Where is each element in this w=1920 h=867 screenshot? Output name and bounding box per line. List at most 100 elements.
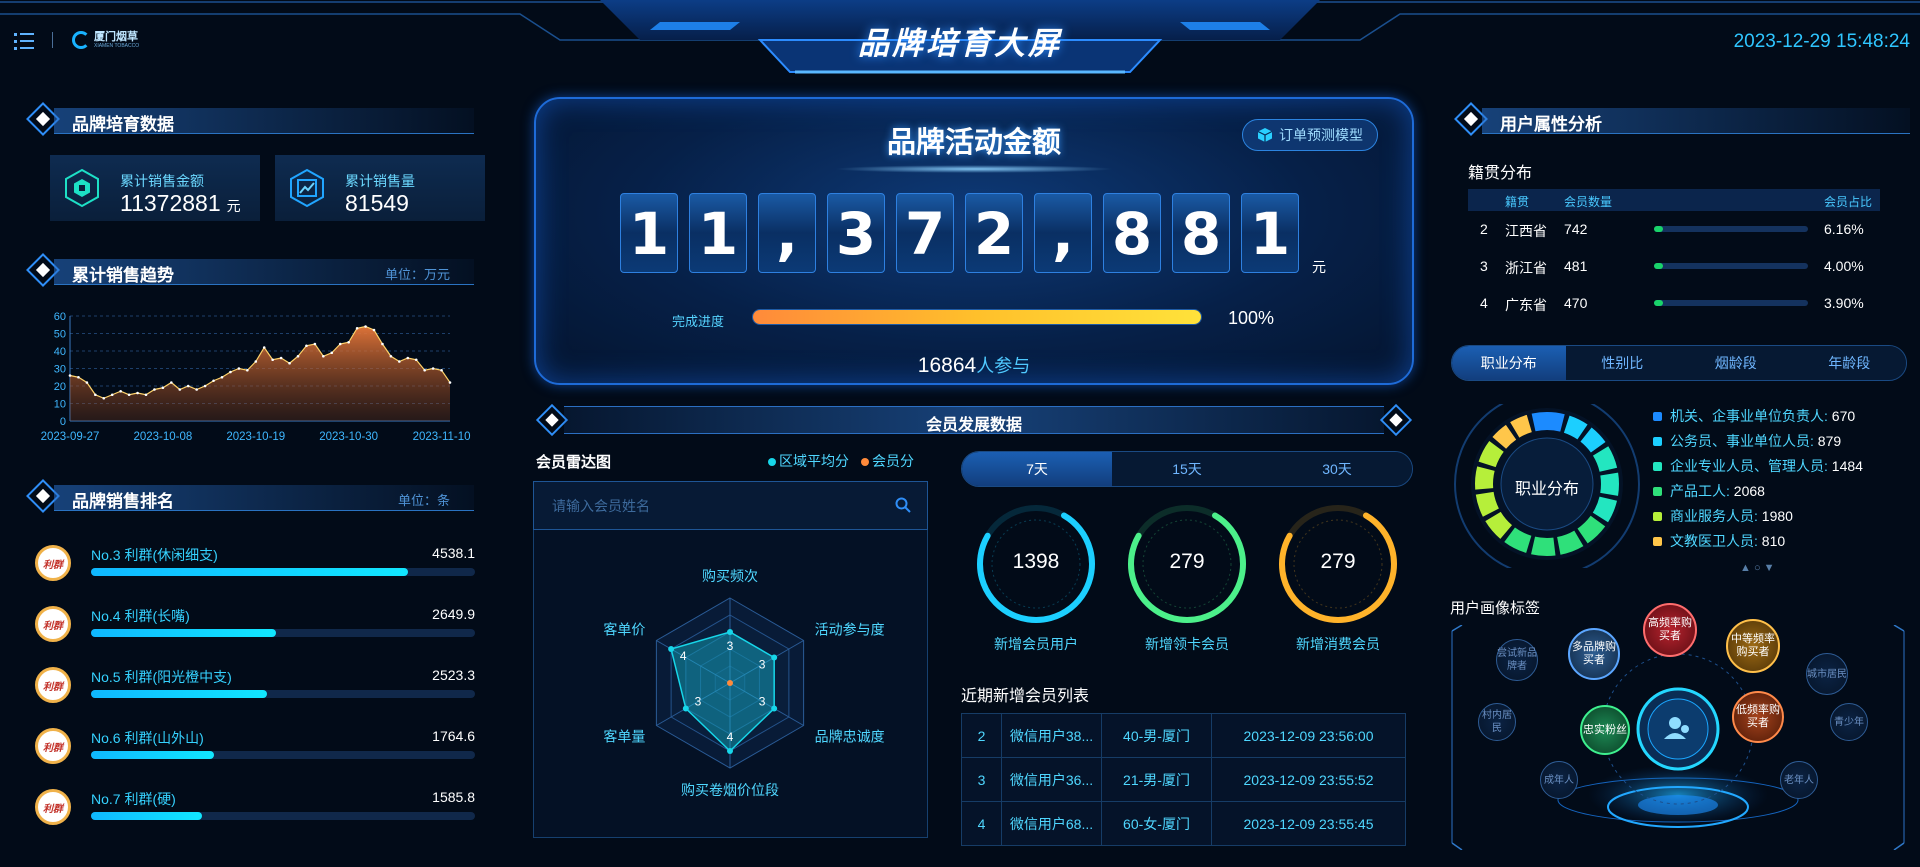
column-header: 会员数量: [1564, 195, 1613, 209]
origin-row[interactable]: 4 广东省 470 3.90%: [1468, 285, 1880, 321]
data-point: [381, 342, 384, 346]
legend-item[interactable]: 区域平均分: [768, 451, 849, 471]
tag-high-frequency-buyer[interactable]: 高频率购买者: [1643, 603, 1697, 657]
data-point: [262, 346, 266, 349]
ranking-bar-track: [91, 751, 475, 759]
ranking-bar-track: [91, 690, 475, 698]
search-icon[interactable]: [895, 497, 911, 513]
cell-time: 2023-12-09 23:56:00: [1211, 713, 1406, 758]
x-tick-label: 2023-10-30: [319, 431, 378, 443]
order-predict-button[interactable]: 订单预测模型: [1242, 119, 1378, 151]
tag-village-resident[interactable]: 村内居民: [1478, 703, 1516, 741]
amount-digit: 7: [896, 193, 954, 273]
tag-senior[interactable]: 老年人: [1780, 761, 1818, 799]
section-title: 品牌培育数据: [72, 115, 174, 134]
data-point: [203, 384, 207, 388]
data-point: [288, 361, 291, 365]
ranking-row[interactable]: 利群 No.4 利群(长嘴) 2649.9: [30, 602, 475, 658]
tab-age-group[interactable]: 年龄段: [1792, 346, 1906, 380]
data-point: [338, 342, 342, 346]
y-tick-label: 60: [54, 311, 66, 323]
tag-adult[interactable]: 成年人: [1540, 761, 1578, 799]
tag-loyal-fan[interactable]: 忠实粉丝: [1580, 705, 1630, 755]
cell-profile: 21-男-厦门: [1101, 757, 1212, 802]
data-point: [144, 393, 148, 397]
donut-segment: [1531, 412, 1565, 432]
ranking-name: No.3 利群(休闲细支): [91, 547, 218, 563]
y-tick-label: 50: [54, 329, 66, 341]
legend-item[interactable]: 会员分: [861, 451, 914, 471]
radar-axis-label: 购买频次: [702, 568, 758, 584]
amount-digit: 2: [965, 193, 1023, 273]
amount-digit: 1: [1241, 193, 1299, 273]
occupation-legend-item[interactable]: 公务员、事业单位人员: 879: [1653, 431, 1841, 451]
y-tick-label: 40: [54, 346, 66, 358]
table-row[interactable]: 4 微信用户68... 60-女-厦门 2023-12-09 23:55:45: [961, 801, 1406, 846]
ranking-row[interactable]: 利群 No.7 利群(硬) 1585.8: [30, 785, 475, 841]
occupation-legend-item[interactable]: 文教医卫人员: 810: [1653, 531, 1785, 551]
tag-low-frequency-buyer[interactable]: 低频率购买者: [1732, 691, 1784, 743]
table-row[interactable]: 2 微信用户38... 40-男-厦门 2023-12-09 23:56:00: [961, 713, 1406, 758]
tag-mid-frequency-buyer[interactable]: 中等频率购买者: [1726, 619, 1780, 673]
data-point: [423, 368, 426, 372]
sales-trend-chart: 0 10 20 30 40 50 60 2023-09-27 2023-10-08 2023-10…: [41, 311, 471, 443]
data-point: [279, 356, 283, 360]
tab-15-days[interactable]: 15天: [1112, 452, 1262, 486]
data-point: [170, 381, 173, 384]
ranking-name: No.7 利群(硬): [91, 791, 176, 807]
origin-title: 籍贯分布: [1468, 165, 1533, 182]
table-row[interactable]: 3 微信用户36... 21-男-厦门 2023-12-09 23:55:52: [961, 757, 1406, 802]
tab-smoking-age[interactable]: 烟龄段: [1679, 346, 1793, 380]
kpi-label: 累计销售金额: [120, 173, 204, 189]
attribute-tabs: 职业分布 性别比 烟龄段 年龄段: [1451, 345, 1907, 381]
ring-new-members: 1398: [972, 500, 1100, 628]
section-header-user-attr: 用户属性分析: [1452, 102, 1910, 136]
ring-label: 新增领卡会员: [1145, 636, 1229, 652]
data-point: [246, 368, 249, 372]
ring-value: 1398: [1012, 550, 1060, 573]
radar-axis-label: 客单价: [603, 622, 645, 638]
ring-consume-members: 279: [1274, 500, 1402, 628]
section-unit: 单位：万元: [384, 267, 450, 282]
tab-occupation[interactable]: 职业分布: [1452, 346, 1566, 380]
data-point: [322, 354, 325, 358]
origin-row[interactable]: 3 浙江省 481 4.00%: [1468, 248, 1880, 284]
tag-multi-brand-buyer[interactable]: 多品牌购买者: [1568, 628, 1620, 680]
data-point: [94, 393, 97, 397]
section-title: 累计销售趋势: [72, 266, 174, 285]
ranking-value: 4538.1: [432, 545, 475, 561]
occupation-legend-item[interactable]: 产品工人: 2068: [1653, 481, 1765, 501]
member-search-input[interactable]: [534, 482, 874, 529]
tab-30-days[interactable]: 30天: [1262, 452, 1412, 486]
occupation-legend-item[interactable]: 企业专业人员、管理人员: 1484: [1653, 456, 1863, 476]
tag-new-brand-trier[interactable]: 尝试新品牌者: [1496, 639, 1538, 681]
member-search: [533, 481, 928, 530]
cube-icon: [1257, 128, 1273, 142]
day-range-tabs: 7天 15天 30天: [961, 451, 1413, 487]
tab-gender[interactable]: 性别比: [1565, 346, 1679, 380]
ranking-name: No.5 利群(阳光橙中支): [91, 669, 232, 685]
ranking-row[interactable]: 利群 No.3 利群(休闲细支) 4538.1: [30, 541, 475, 597]
tag-city-resident[interactable]: 城市居民: [1806, 653, 1848, 695]
cell-user: 微信用户38...: [1001, 713, 1102, 758]
occupation-legend-item[interactable]: 机关、企事业单位负责人: 670: [1653, 406, 1855, 426]
ranking-value: 1585.8: [432, 789, 475, 805]
section-header-member: 会员发展数据: [534, 402, 1414, 438]
ranking-bar-track: [91, 629, 475, 637]
occupation-legend-item[interactable]: 商业服务人员: 1980: [1653, 506, 1793, 526]
ranking-row[interactable]: 利群 No.5 利群(阳光橙中支) 2523.3: [30, 663, 475, 719]
section-header-ranking: 品牌销售排名 单位：条: [24, 479, 474, 513]
tab-7-days[interactable]: 7天: [962, 452, 1112, 486]
tag-teenager[interactable]: 青少年: [1830, 703, 1868, 741]
radar-member-point: [727, 680, 733, 686]
y-tick-label: 10: [54, 399, 66, 411]
ranking-row[interactable]: 利群 No.6 利群(山外山) 1764.6: [30, 724, 475, 780]
ranking-bar-fill: [91, 690, 268, 698]
legend-pager[interactable]: ▲ ○ ▼: [1740, 562, 1775, 574]
data-point: [110, 393, 114, 397]
kpi-label: 累计销售量: [345, 173, 415, 189]
origin-row[interactable]: 2 江西省 742 6.16%: [1468, 211, 1880, 247]
menu-icon[interactable]: [14, 32, 34, 50]
ranking-value: 2649.9: [432, 606, 475, 622]
origin-bar-track: [1654, 263, 1808, 269]
